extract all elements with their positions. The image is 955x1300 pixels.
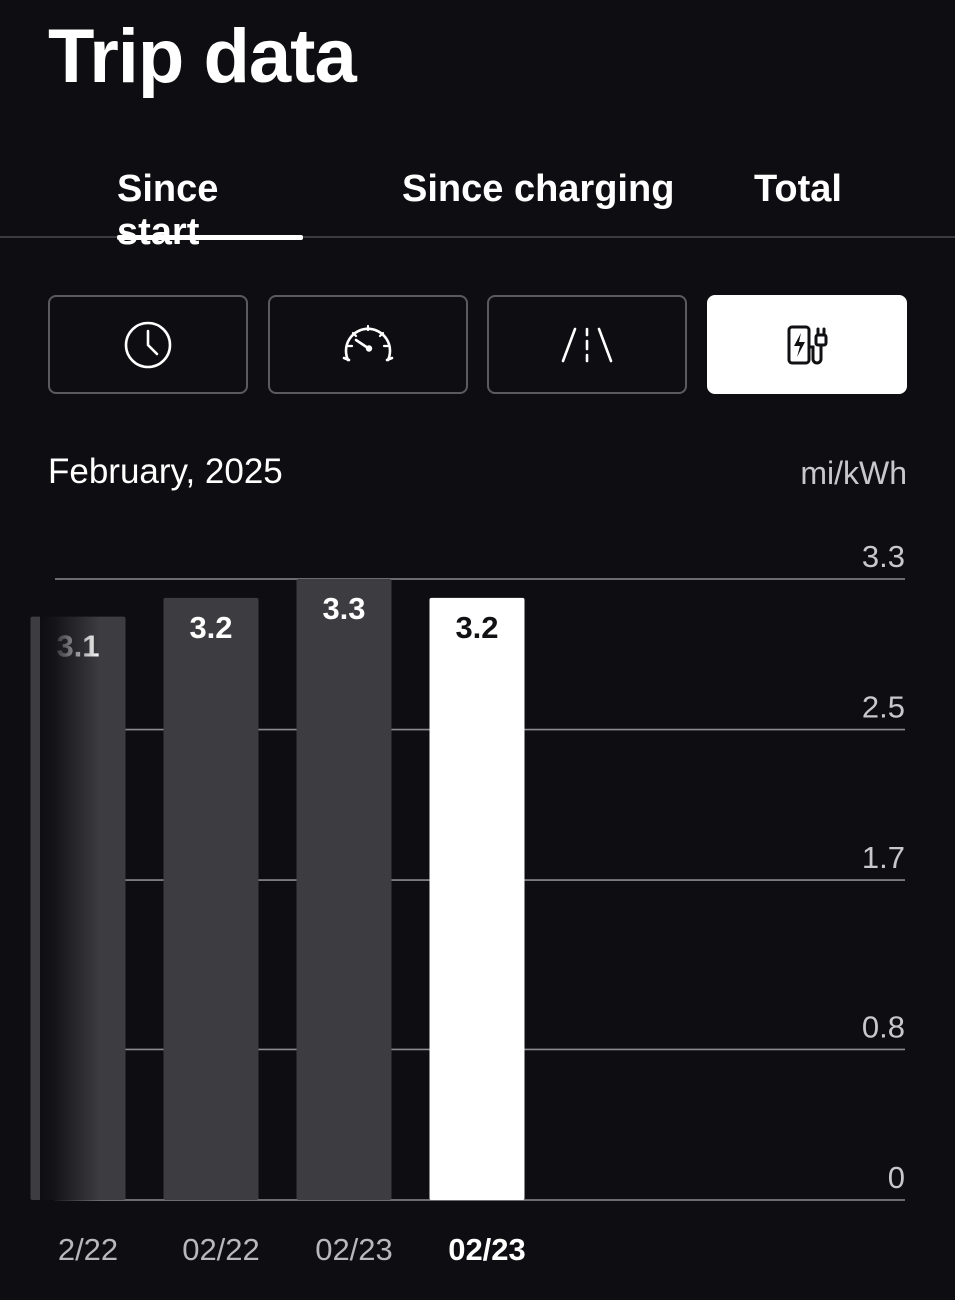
- y-tick-label: 0.8: [862, 1009, 905, 1044]
- bar-selected[interactable]: [429, 597, 525, 1200]
- efficiency-bar-chart: 0 0.8 1.7 2.5 3.3 3.1 2/22 3.2 02/22 3.3 02/23 3.2 0…: [30, 539, 905, 1267]
- bar-value-label: 3.3: [322, 591, 365, 626]
- bar[interactable]: [30, 616, 126, 1200]
- y-tick-label: 3.3: [862, 539, 905, 574]
- bar-value-label: 3.2: [189, 610, 232, 645]
- x-tick-label: 02/23: [448, 1232, 526, 1267]
- x-tick-label: 02/22: [182, 1232, 260, 1267]
- x-tick-label: 02/23: [315, 1232, 393, 1267]
- bar-value-label: 3.2: [455, 610, 498, 645]
- x-tick-label: 2/22: [58, 1232, 118, 1267]
- bar[interactable]: [296, 579, 392, 1200]
- bar[interactable]: [163, 597, 259, 1200]
- y-tick-label: 0: [888, 1160, 905, 1195]
- y-tick-label: 2.5: [862, 690, 905, 725]
- y-tick-label: 1.7: [862, 840, 905, 875]
- bar-value-label: 3.1: [56, 629, 99, 664]
